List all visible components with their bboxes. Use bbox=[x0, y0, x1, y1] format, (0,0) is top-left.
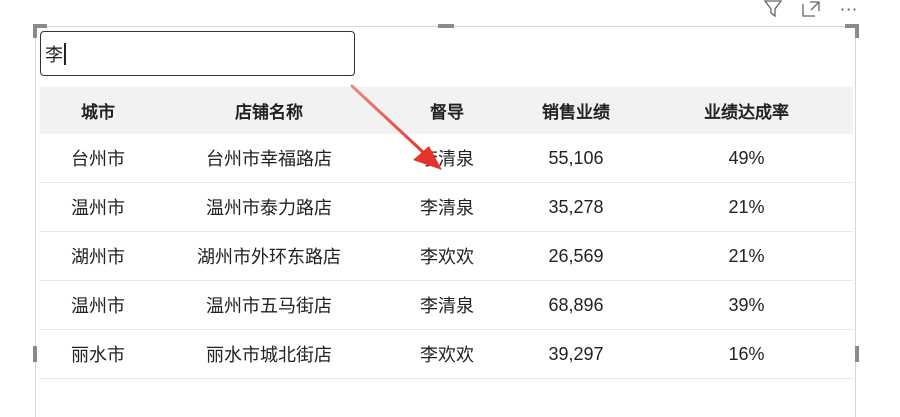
text-caret bbox=[64, 42, 66, 65]
cell-store-name: 湖州市外环东路店 bbox=[156, 231, 382, 281]
search-input[interactable]: 李 bbox=[40, 31, 355, 76]
table-row[interactable]: 湖州市 湖州市外环东路店 李欢欢 26,569 21% bbox=[40, 231, 853, 281]
table-row[interactable]: 丽水市 丽水市城北街店 李欢欢 39,297 16% bbox=[40, 329, 853, 379]
cell-supervisor: 李欢欢 bbox=[382, 329, 512, 379]
cell-city: 湖州市 bbox=[40, 231, 156, 281]
filter-icon bbox=[763, 0, 783, 18]
table-row[interactable]: 温州市 温州市五马街店 李清泉 68,896 39% bbox=[40, 280, 853, 330]
table-header-row: 城市 店铺名称 督导 销售业绩 业绩达成率 bbox=[40, 87, 853, 134]
resize-handle-top-right-vertical[interactable] bbox=[855, 24, 859, 38]
cell-sales: 55,106 bbox=[512, 134, 640, 183]
more-options-button[interactable]: ··· bbox=[838, 0, 860, 19]
cell-achievement-rate: 21% bbox=[640, 182, 853, 232]
data-table: 城市 店铺名称 督导 销售业绩 业绩达成率 台州市 台州市幸福路店 李清泉 55… bbox=[40, 87, 853, 379]
focus-mode-button[interactable] bbox=[800, 0, 822, 18]
search-input-value: 李 bbox=[45, 44, 63, 66]
cell-city: 温州市 bbox=[40, 182, 156, 232]
table-row[interactable]: 温州市 温州市泰力路店 李清泉 35,278 21% bbox=[40, 182, 853, 232]
cell-achievement-rate: 16% bbox=[640, 329, 853, 379]
cell-supervisor: 李清泉 bbox=[382, 134, 512, 183]
cell-store-name: 温州市泰力路店 bbox=[156, 182, 382, 232]
cell-sales: 26,569 bbox=[512, 231, 640, 281]
cell-store-name: 温州市五马街店 bbox=[156, 280, 382, 330]
cell-achievement-rate: 49% bbox=[640, 134, 853, 183]
cell-city: 丽水市 bbox=[40, 329, 156, 379]
column-header-supervisor[interactable]: 督导 bbox=[382, 87, 512, 134]
column-header-sales[interactable]: 销售业绩 bbox=[512, 87, 640, 134]
cell-city: 台州市 bbox=[40, 134, 156, 183]
resize-handle-top-left-vertical[interactable] bbox=[33, 24, 37, 38]
column-header-store-name[interactable]: 店铺名称 bbox=[156, 87, 382, 134]
visual-header-toolbar: ··· bbox=[762, 0, 860, 19]
resize-handle-middle-right[interactable] bbox=[855, 346, 859, 362]
cell-sales: 39,297 bbox=[512, 329, 640, 379]
column-header-achievement-rate[interactable]: 业绩达成率 bbox=[640, 87, 853, 134]
focus-mode-icon bbox=[802, 1, 820, 17]
table-row[interactable]: 台州市 台州市幸福路店 李清泉 55,106 49% bbox=[40, 134, 853, 183]
resize-handle-top-center[interactable] bbox=[438, 24, 454, 28]
cell-store-name: 丽水市城北街店 bbox=[156, 329, 382, 379]
cell-sales: 35,278 bbox=[512, 182, 640, 232]
cell-achievement-rate: 39% bbox=[640, 280, 853, 330]
column-header-city[interactable]: 城市 bbox=[40, 87, 156, 134]
cell-supervisor: 李清泉 bbox=[382, 280, 512, 330]
cell-store-name: 台州市幸福路店 bbox=[156, 134, 382, 183]
cell-supervisor: 李欢欢 bbox=[382, 231, 512, 281]
filter-button[interactable] bbox=[762, 0, 784, 18]
resize-handle-middle-left[interactable] bbox=[33, 346, 37, 362]
more-options-icon: ··· bbox=[839, 0, 859, 19]
report-canvas: ··· 李 城市 店铺名称 督导 销售业绩 业绩达成率 台州市 台州市幸福路店 … bbox=[0, 0, 900, 417]
cell-city: 温州市 bbox=[40, 280, 156, 330]
cell-sales: 68,896 bbox=[512, 280, 640, 330]
cell-achievement-rate: 21% bbox=[640, 231, 853, 281]
cell-supervisor: 李清泉 bbox=[382, 182, 512, 232]
